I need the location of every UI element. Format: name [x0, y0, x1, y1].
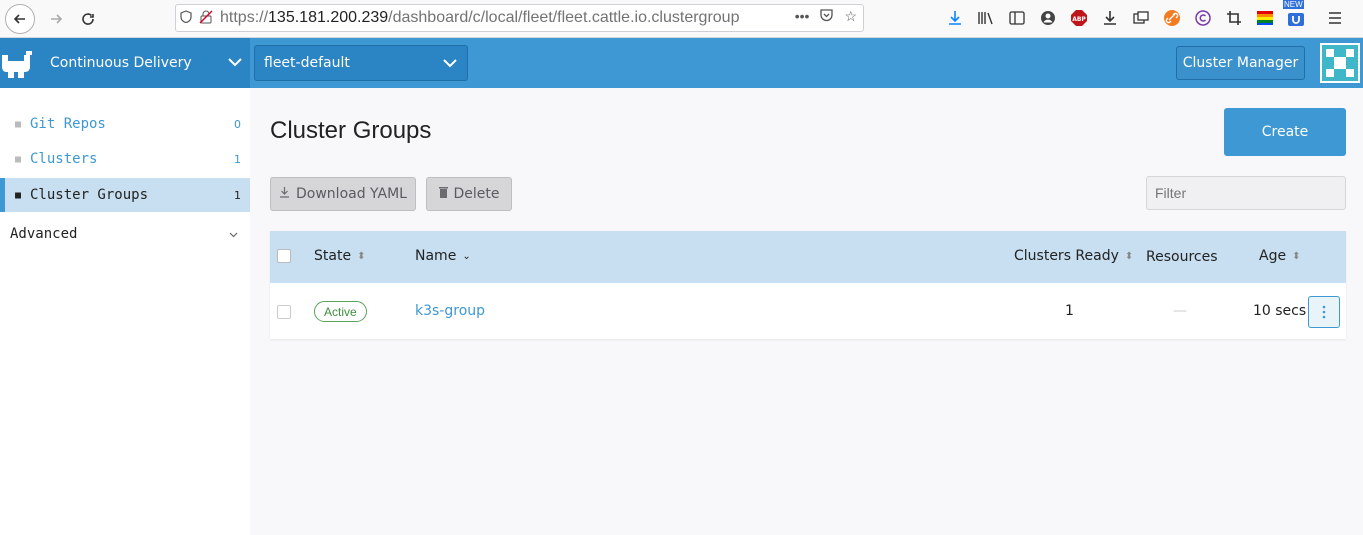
trash-icon	[438, 186, 448, 202]
hamburger-menu-icon[interactable]	[1324, 7, 1346, 29]
download-icon	[279, 186, 290, 202]
sidebar-item-label: Git Repos	[30, 116, 106, 132]
chevron-down-icon	[228, 52, 242, 71]
library-icon[interactable]	[975, 7, 997, 29]
main-content: Cluster Groups Create Download YAML Dele…	[250, 88, 1363, 535]
shield-icon	[176, 10, 196, 26]
delete-label: Delete	[453, 186, 500, 202]
cluster-group-name-link[interactable]: k3s-group	[415, 303, 485, 319]
row-checkbox[interactable]	[277, 305, 291, 319]
sidebar-item-count: 1	[234, 152, 241, 166]
url-text: https://135.181.200.239/dashboard/c/loca…	[220, 9, 740, 26]
rancher-logo-icon	[0, 47, 36, 79]
pocket-icon[interactable]	[819, 8, 834, 25]
account-icon[interactable]	[1037, 7, 1059, 29]
downloads-icon[interactable]	[944, 7, 966, 29]
workspace-value: fleet-default	[264, 55, 350, 71]
select-all-checkbox[interactable]	[277, 249, 291, 263]
column-header-clusters-ready[interactable]: Clusters Ready ⬍	[1014, 248, 1133, 264]
svg-text:ABP: ABP	[1072, 16, 1086, 23]
create-button[interactable]: Create	[1224, 108, 1346, 156]
sort-desc-icon: ⌄	[462, 250, 471, 262]
avatar[interactable]	[1320, 43, 1360, 83]
chevron-down-icon	[443, 54, 457, 72]
cluster-groups-table: State ⬍ Name ⌄ Clusters Ready ⬍ Resources A…	[270, 231, 1346, 339]
rainbow-extension-icon[interactable]	[1254, 7, 1276, 29]
column-header-resources: Resources	[1146, 249, 1218, 265]
back-button[interactable]	[5, 3, 35, 34]
chevron-down-icon	[229, 228, 238, 241]
folder-icon: ■	[15, 153, 22, 165]
status-badge: Active	[314, 301, 367, 322]
folder-open-icon: ■	[15, 189, 22, 201]
kebab-menu-icon	[1322, 305, 1326, 319]
adblock-icon[interactable]: ABP	[1068, 7, 1090, 29]
sidebar-item-clusters[interactable]: ■ Clusters 1	[0, 142, 250, 176]
tab-container-icon[interactable]	[1130, 7, 1152, 29]
sidebar-toggle-icon[interactable]	[1006, 7, 1028, 29]
folder-icon: ■	[15, 118, 22, 130]
clusters-ready-value: 1	[1065, 303, 1074, 319]
sidebar-item-label: Cluster Groups	[30, 187, 149, 203]
download-yaml-label: Download YAML	[296, 186, 407, 202]
filter-input[interactable]	[1146, 176, 1346, 210]
address-bar[interactable]: https://135.181.200.239/dashboard/c/loca…	[175, 4, 864, 32]
copyright-extension-icon[interactable]	[1192, 7, 1214, 29]
age-value: 10 secs	[1253, 303, 1307, 319]
bookmark-star-icon[interactable]: ☆	[844, 8, 857, 25]
download-yaml-button[interactable]: Download YAML	[270, 177, 416, 211]
delete-button[interactable]: Delete	[426, 177, 512, 211]
link-extension-icon[interactable]	[1161, 7, 1183, 29]
column-header-state[interactable]: State ⬍	[314, 248, 365, 264]
new-badge: NEW	[1283, 0, 1304, 9]
page-title: Cluster Groups	[270, 117, 432, 144]
sidebar-item-git-repos[interactable]: ■ Git Repos 0	[0, 107, 250, 141]
sidebar-item-label: Clusters	[30, 151, 98, 167]
row-actions-button[interactable]	[1308, 296, 1340, 328]
sort-icon: ⬍	[1124, 250, 1134, 262]
reload-button[interactable]	[73, 4, 103, 34]
column-header-age[interactable]: Age ⬍	[1259, 248, 1300, 264]
forward-button[interactable]	[41, 4, 71, 34]
sidebar-group-advanced[interactable]: Advanced	[0, 222, 250, 246]
reload-icon	[82, 12, 94, 25]
cluster-manager-button[interactable]: Cluster Manager	[1176, 46, 1305, 80]
new-extension-icon[interactable]: NEW	[1283, 0, 1307, 29]
table-row: Active k3s-group 1 — 10 secs	[270, 283, 1346, 339]
crop-icon[interactable]	[1223, 7, 1245, 29]
sidebar: ■ Git Repos 0 ■ Clusters 1 ■ Cluster Gro…	[0, 88, 250, 535]
browser-toolbar: https://135.181.200.239/dashboard/c/loca…	[0, 0, 1363, 38]
download-arrow-icon[interactable]	[1099, 7, 1121, 29]
sort-icon: ⬍	[1292, 250, 1301, 262]
app-header: Continuous Delivery fleet-default Cluste…	[0, 38, 1363, 88]
arrow-right-icon	[51, 13, 63, 24]
sidebar-item-count: 0	[234, 117, 241, 131]
sidebar-item-cluster-groups[interactable]: ■ Cluster Groups 1	[0, 178, 250, 212]
sidebar-group-label: Advanced	[10, 226, 78, 242]
resources-value: —	[1173, 303, 1187, 319]
sidebar-item-count: 1	[234, 188, 241, 202]
arrow-left-icon	[13, 13, 25, 24]
column-header-name[interactable]: Name ⌄	[415, 248, 471, 264]
product-switcher[interactable]: Continuous Delivery	[0, 38, 250, 88]
table-header: State ⬍ Name ⌄ Clusters Ready ⬍ Resources A…	[270, 231, 1346, 283]
insecure-lock-icon	[196, 10, 216, 27]
more-actions-icon[interactable]: •••	[795, 8, 810, 25]
workspace-select[interactable]: fleet-default	[254, 45, 468, 81]
product-name: Continuous Delivery	[50, 55, 192, 71]
sort-icon: ⬍	[357, 250, 366, 262]
